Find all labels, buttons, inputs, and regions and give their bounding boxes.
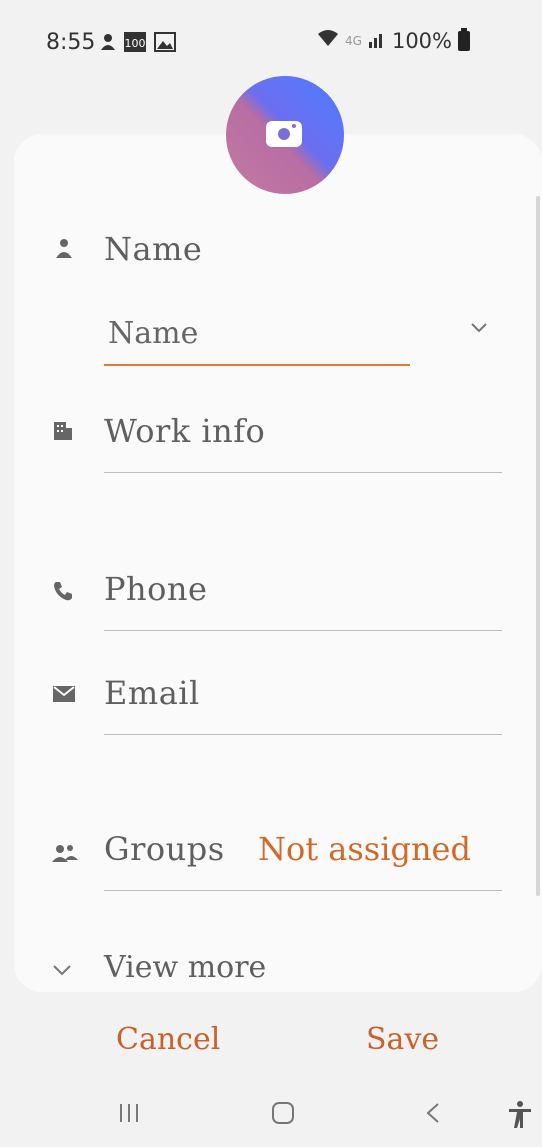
recent-apps-icon[interactable] <box>118 1100 140 1140</box>
name-input[interactable] <box>104 310 410 366</box>
phone-field[interactable]: Phone <box>104 570 207 608</box>
camera-icon <box>266 121 302 147</box>
wifi-icon <box>317 28 339 53</box>
svg-text:100: 100 <box>125 37 146 50</box>
groups-label[interactable]: Groups <box>104 830 225 868</box>
home-icon[interactable] <box>270 1100 296 1140</box>
signal-icon <box>368 29 386 53</box>
battery-icon <box>458 27 470 51</box>
chevron-down-icon <box>52 962 72 976</box>
image-icon <box>154 32 176 58</box>
email-icon <box>52 684 76 708</box>
network-type: 4G <box>345 33 362 48</box>
expand-name-chevron-icon[interactable] <box>470 318 488 336</box>
name-label: Name <box>104 230 203 268</box>
back-icon[interactable] <box>424 1100 442 1140</box>
cancel-button[interactable]: Cancel <box>116 1022 220 1057</box>
status-right-group: 4G 100% <box>317 27 470 53</box>
view-more-button[interactable]: View more <box>104 950 266 985</box>
status-bar: 8:55 100 4G 100% <box>0 0 542 80</box>
scrollbar[interactable] <box>536 196 540 896</box>
person-icon <box>52 236 76 260</box>
work-info-underline <box>104 472 502 473</box>
notification-icon <box>98 32 118 58</box>
phone-icon <box>52 580 76 604</box>
email-field[interactable]: Email <box>104 674 200 712</box>
accessibility-icon[interactable] <box>506 1100 534 1140</box>
battery-percent: 100% <box>391 28 452 53</box>
phone-underline <box>104 630 502 631</box>
work-info-field[interactable]: Work info <box>104 412 265 450</box>
building-icon <box>52 420 76 444</box>
groups-icon <box>52 842 78 866</box>
save-button[interactable]: Save <box>366 1022 439 1057</box>
status-time: 8:55 <box>46 30 96 55</box>
groups-underline <box>104 890 502 891</box>
email-underline <box>104 734 502 735</box>
groups-value[interactable]: Not assigned <box>258 830 471 868</box>
contact-photo-button[interactable] <box>226 76 344 194</box>
badge-icon: 100 <box>124 32 146 58</box>
